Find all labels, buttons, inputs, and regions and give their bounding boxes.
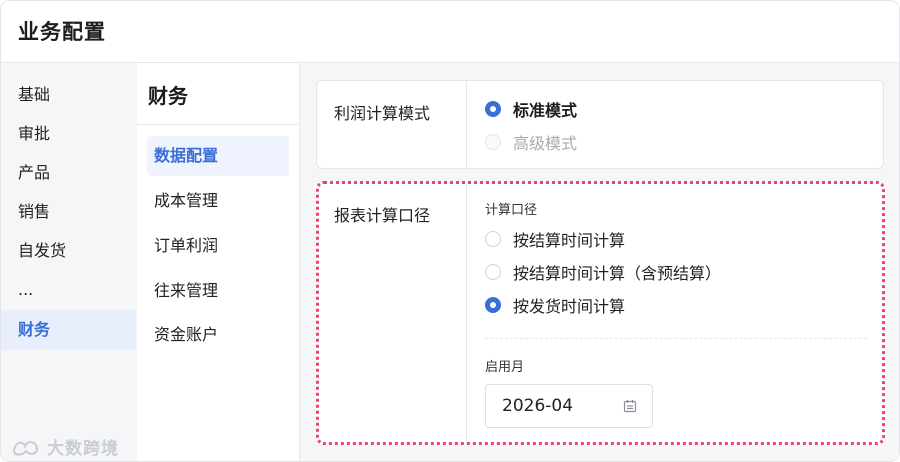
- profit-mode-card: 利润计算模式 标准模式 高级模式: [316, 80, 884, 169]
- report-basis-label: 报表计算口径: [334, 206, 431, 225]
- report-basis-label-cell: 报表计算口径: [319, 184, 467, 442]
- radio-disabled-icon: [485, 134, 501, 150]
- sidebar-item-approval[interactable]: 审批: [1, 114, 136, 154]
- subnav-item-order-profit[interactable]: 订单利润: [147, 226, 289, 266]
- start-month-value: 2026-04: [502, 396, 574, 416]
- secondary-sidebar: 财务 数据配置 成本管理 订单利润 往来管理 资金账户: [137, 63, 300, 461]
- sidebar-item-more[interactable]: ...: [1, 270, 136, 310]
- option-label: 标准模式: [513, 101, 578, 120]
- radio-checked-icon[interactable]: [485, 297, 501, 313]
- basis-option-shipping[interactable]: 按发货时间计算: [485, 293, 625, 317]
- subnav-item-accounts[interactable]: 往来管理: [147, 271, 289, 311]
- start-month-label: 启用月: [485, 360, 525, 375]
- subnav-item-fund-account[interactable]: 资金账户: [147, 315, 289, 355]
- calc-basis-sublabel: 计算口径: [485, 203, 538, 218]
- profit-mode-label: 利润计算模式: [334, 104, 431, 123]
- page-title: 业务配置: [18, 20, 106, 44]
- profit-mode-option-advanced: 高级模式: [485, 130, 577, 154]
- profit-mode-option-standard[interactable]: 标准模式: [485, 97, 577, 121]
- option-label: 按结算时间计算（含预结算）: [513, 264, 722, 283]
- section-divider: [485, 338, 867, 339]
- radio-unchecked-icon[interactable]: [485, 264, 501, 280]
- radio-unchecked-icon[interactable]: [485, 231, 501, 247]
- primary-sidebar: 基础 审批 产品 销售 自发货 ... 财务: [1, 63, 137, 461]
- sidebar-item-finance[interactable]: 财务: [1, 310, 136, 350]
- sidebar-item-sales[interactable]: 销售: [1, 192, 136, 232]
- page-header: 业务配置: [1, 1, 899, 63]
- calendar-icon[interactable]: [623, 399, 637, 413]
- subnav-item-data-config[interactable]: 数据配置: [147, 136, 289, 176]
- profit-mode-label-cell: 利润计算模式: [317, 81, 467, 168]
- sidebar-item-self-shipping[interactable]: 自发货: [1, 231, 136, 271]
- app-window: 业务配置 基础 审批 产品 销售 自发货 ... 财务 财务 数据配置 成本管理…: [0, 0, 900, 462]
- option-label: 按发货时间计算: [513, 297, 626, 316]
- sidebar-item-basic[interactable]: 基础: [1, 75, 136, 115]
- option-label: 按结算时间计算: [513, 231, 626, 250]
- option-label: 高级模式: [513, 134, 578, 153]
- watermark: 大数跨境: [11, 434, 119, 459]
- watermark-text: 大数跨境: [47, 439, 119, 459]
- subnav-header: 财务: [137, 63, 299, 125]
- subnav-item-cost-management[interactable]: 成本管理: [147, 181, 289, 221]
- start-month-date-picker[interactable]: 2026-04: [485, 384, 653, 428]
- subnav-title: 财务: [148, 84, 188, 108]
- sidebar-item-product[interactable]: 产品: [1, 153, 136, 193]
- basis-option-settlement-presettle[interactable]: 按结算时间计算（含预结算）: [485, 260, 721, 284]
- radio-checked-icon[interactable]: [485, 101, 501, 117]
- brand-logo-icon: [12, 440, 39, 455]
- basis-option-settlement[interactable]: 按结算时间计算: [485, 227, 625, 251]
